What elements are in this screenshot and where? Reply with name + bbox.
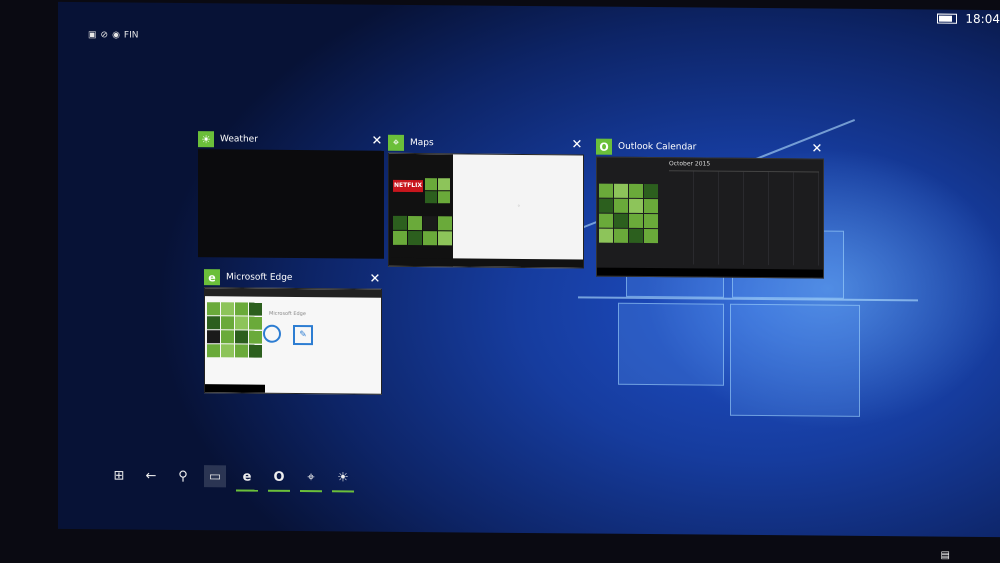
wallpaper-pane bbox=[730, 303, 860, 417]
window-thumbnail[interactable]: NETFLIX ◦ bbox=[388, 152, 584, 269]
window-title: Microsoft Edge bbox=[226, 272, 293, 283]
window-outlook-calendar[interactable]: O Outlook Calendar ✕ October 2015 bbox=[596, 137, 824, 279]
battery-icon bbox=[937, 13, 958, 24]
window-maps[interactable]: ⌖ Maps ✕ NETFLIX ◦ bbox=[388, 133, 584, 269]
netflix-tile: NETFLIX bbox=[393, 179, 423, 193]
window-title: Outlook Calendar bbox=[618, 141, 697, 153]
sun-icon: ☀ bbox=[198, 131, 214, 148]
status-bar-right: 18:04 bbox=[937, 11, 1000, 27]
wallpaper-pane bbox=[618, 302, 724, 386]
maps-icon[interactable]: ⌖ bbox=[300, 466, 322, 488]
clock: 18:04 bbox=[965, 11, 1000, 27]
no-signal-icon: ⊘ bbox=[100, 30, 109, 41]
map-pin-icon: ⌖ bbox=[388, 134, 404, 151]
edge-icon: e bbox=[204, 269, 220, 286]
start-tiles bbox=[393, 215, 452, 246]
status-bar-left: ▣ ⊘ ◉ FIN bbox=[88, 30, 139, 40]
location-icon: ◉ bbox=[112, 30, 120, 41]
taskbar: ⊞ ← ⚲ ▭ e O ⌖ ☀ bbox=[108, 464, 354, 488]
window-weather[interactable]: ☀ Weather ✕ bbox=[198, 129, 384, 259]
outlook-icon: O bbox=[596, 138, 612, 155]
desktop-screen: ▣ ⊘ ◉ FIN 18:04 ☀ Weather ✕ ⌖ Maps ✕ NET… bbox=[58, 1, 1000, 538]
start-tiles bbox=[425, 178, 450, 204]
edge-address-bar bbox=[205, 288, 381, 298]
calendar-grid bbox=[669, 170, 819, 266]
map-taskbar bbox=[389, 257, 583, 268]
task-view-icon[interactable]: ▭ bbox=[204, 465, 226, 488]
edge-page-title: Microsoft Edge bbox=[269, 310, 306, 318]
window-title: Weather bbox=[220, 134, 258, 145]
edit-icon: ✎ bbox=[293, 324, 313, 346]
search-icon[interactable]: ⚲ bbox=[172, 465, 194, 487]
weather-icon[interactable]: ☀ bbox=[332, 466, 354, 488]
window-header: ☀ Weather ✕ bbox=[198, 129, 384, 151]
window-header: O Outlook Calendar ✕ bbox=[596, 137, 824, 159]
language-indicator: FIN bbox=[123, 30, 139, 41]
calendar-month: October 2015 bbox=[669, 160, 711, 168]
close-icon[interactable]: ✕ bbox=[570, 137, 584, 152]
close-icon[interactable]: ✕ bbox=[810, 141, 824, 156]
map-pin-marker: ◦ bbox=[517, 202, 521, 210]
window-header: e Microsoft Edge ✕ bbox=[204, 267, 382, 289]
start-icon[interactable]: ⊞ bbox=[108, 464, 130, 486]
notification-icon[interactable]: ▤ bbox=[941, 550, 950, 561]
back-icon[interactable]: ← bbox=[140, 465, 162, 487]
sim-icon: ▣ bbox=[88, 30, 97, 41]
map-tiles-panel bbox=[389, 153, 453, 267]
window-title: Maps bbox=[410, 137, 434, 149]
window-header: ⌖ Maps ✕ bbox=[388, 133, 584, 155]
start-tiles bbox=[599, 183, 658, 244]
outlook-icon[interactable]: O bbox=[268, 466, 290, 488]
window-microsoft-edge[interactable]: e Microsoft Edge ✕ Microsoft Edge ✎ bbox=[204, 267, 382, 395]
close-icon[interactable]: ✕ bbox=[370, 133, 384, 148]
close-icon[interactable]: ✕ bbox=[368, 271, 382, 286]
edge-circle-icon bbox=[263, 324, 281, 343]
window-thumbnail[interactable]: Microsoft Edge ✎ bbox=[204, 287, 382, 395]
calendar-taskbar bbox=[597, 267, 823, 278]
window-thumbnail[interactable]: October 2015 bbox=[596, 156, 824, 279]
edge-icon[interactable]: e bbox=[236, 465, 258, 487]
window-thumbnail[interactable] bbox=[198, 149, 384, 259]
start-tiles bbox=[207, 302, 262, 358]
edge-taskbar bbox=[205, 384, 265, 393]
wallpaper-beam bbox=[578, 296, 918, 302]
